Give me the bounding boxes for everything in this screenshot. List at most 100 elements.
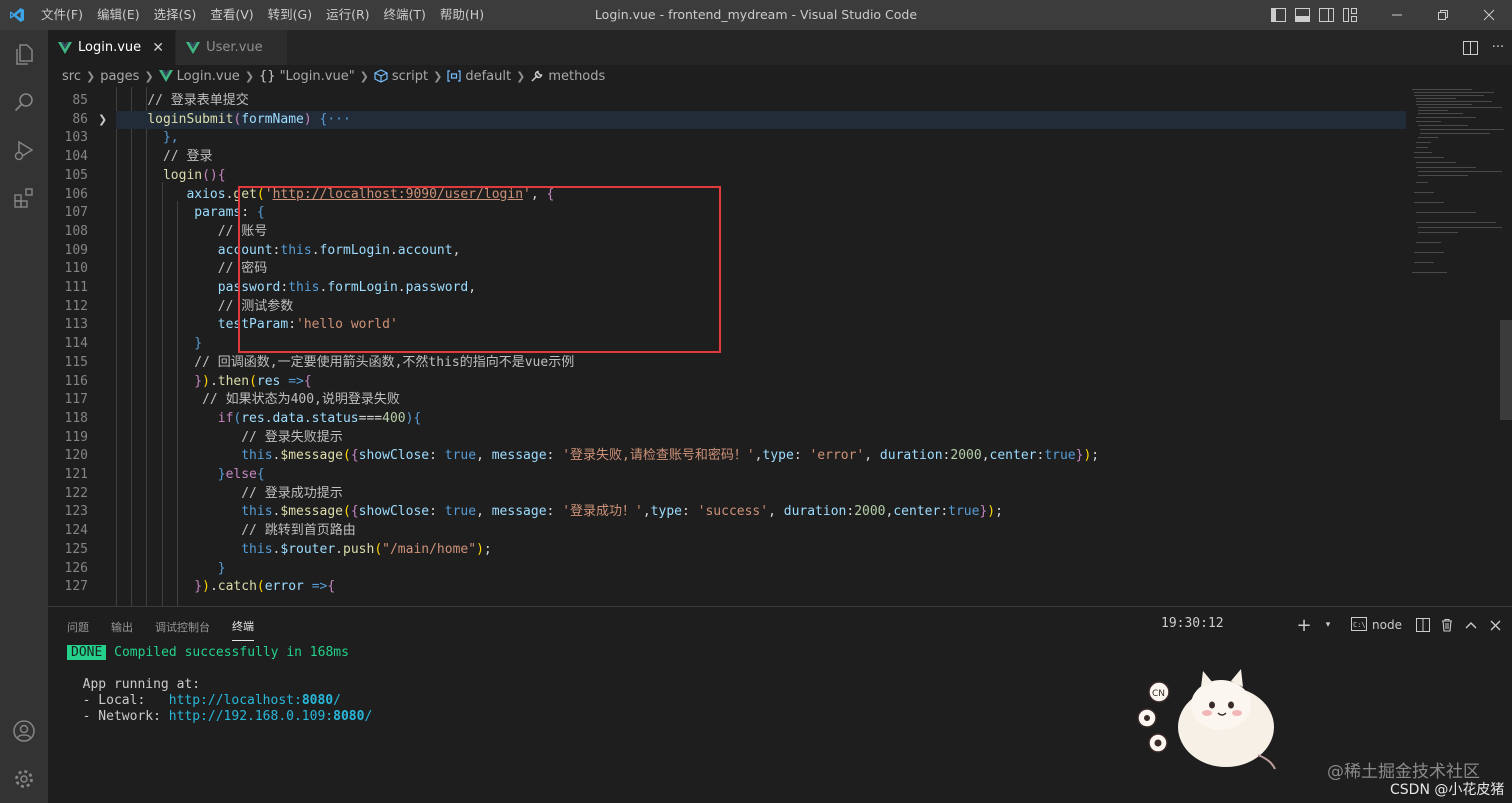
code-editor[interactable]: 85 86 ❯ 103 104 105 106 107 108 109 110 …: [48, 87, 1512, 606]
line-number: 116: [64, 373, 88, 389]
code-line-113: testParam:'hello world': [217, 317, 398, 333]
line-number: 85: [72, 93, 88, 108]
braces-icon: {}: [259, 68, 276, 84]
line-number: 86: [72, 111, 88, 127]
tab-label: Login.vue: [78, 40, 142, 55]
minimize-icon[interactable]: [1374, 0, 1420, 30]
scroll-thumb[interactable]: [1500, 320, 1512, 420]
terminal-line-running: App running at:: [82, 677, 201, 692]
vue-file-icon: [58, 41, 72, 54]
line-number: 125: [64, 541, 88, 557]
breadcrumb-methods[interactable]: methods: [530, 69, 605, 84]
line-number: 127: [64, 579, 88, 595]
code-line-110: // 密码: [217, 261, 268, 277]
code-line-120: this.$message({showClose: true, message:…: [241, 448, 1100, 464]
line-number: 121: [64, 467, 88, 482]
chevron-right-icon: ❯: [85, 69, 96, 83]
terminal-selector[interactable]: C:\ node: [1349, 607, 1404, 643]
customize-layout-icon[interactable]: [1338, 0, 1362, 30]
tab-label: User.vue: [206, 40, 263, 55]
toggle-primary-sidebar-icon[interactable]: [1266, 0, 1290, 30]
gear-icon[interactable]: [0, 755, 48, 803]
breadcrumb-module[interactable]: {} "Login.vue": [259, 69, 355, 84]
editor-scrollbar[interactable]: [1500, 87, 1512, 606]
menu-file[interactable]: 文件(F): [34, 0, 90, 30]
vue-file-icon: [186, 41, 201, 54]
line-number: 113: [64, 317, 88, 333]
tab-output[interactable]: 输出: [111, 610, 133, 641]
line-number: 108: [64, 223, 88, 239]
code-line-112: // 测试参数: [217, 298, 294, 314]
menu-selection[interactable]: 选择(S): [147, 0, 204, 30]
cube-icon: [374, 69, 388, 83]
chevron-right-icon[interactable]: ❯: [98, 111, 110, 130]
breadcrumb-script[interactable]: script: [374, 69, 428, 84]
more-actions-icon[interactable]: ···: [1484, 30, 1512, 65]
tab-terminal[interactable]: 终端: [232, 609, 254, 641]
search-icon[interactable]: [0, 78, 48, 126]
line-number: 117: [64, 392, 88, 408]
tab-user-vue[interactable]: User.vue: [176, 30, 289, 65]
menu-go[interactable]: 转到(G): [261, 0, 319, 30]
new-terminal-icon[interactable]: +: [1293, 607, 1315, 643]
cat-mascot-image: CN: [1133, 665, 1283, 775]
close-window-icon[interactable]: [1466, 0, 1512, 30]
line-number: 126: [64, 560, 88, 576]
code-line-117: // 如果状态为400,说明登录失败: [202, 392, 400, 408]
close-icon[interactable]: ✕: [151, 40, 165, 56]
split-editor-icon[interactable]: [1456, 30, 1484, 65]
code-line-116: }).then(res =>{: [194, 373, 312, 389]
line-number: 120: [64, 448, 88, 464]
split-terminal-icon[interactable]: [1412, 607, 1434, 643]
breadcrumb-default[interactable]: default: [447, 69, 511, 84]
menu-view[interactable]: 查看(V): [203, 0, 260, 30]
chevron-right-icon: ❯: [433, 69, 443, 83]
code-line-122: // 登录成功提示: [241, 485, 343, 501]
line-number: 118: [64, 410, 88, 426]
line-number: 119: [64, 429, 88, 445]
activity-bar: [0, 30, 48, 803]
breadcrumb-file[interactable]: Login.vue: [158, 69, 240, 84]
code-line-127: }).catch(error =>{: [194, 579, 336, 595]
terminal-name: node: [1372, 618, 1402, 632]
chevron-right-icon: ❯: [516, 69, 526, 83]
chevron-right-icon: ❯: [144, 69, 154, 83]
code-line-126: }: [217, 560, 226, 576]
maximize-panel-icon[interactable]: [1460, 607, 1482, 643]
breadcrumb-src[interactable]: src: [62, 69, 81, 84]
breadcrumb-pages[interactable]: pages: [100, 69, 139, 84]
minimap[interactable]: [1410, 87, 1504, 287]
editor-tabs: Login.vue ✕ User.vue ···: [48, 30, 1512, 65]
extensions-icon[interactable]: [0, 174, 48, 222]
code-lines[interactable]: // 登录表单提交 loginSubmit(formName) {··· }, …: [116, 87, 1406, 606]
accounts-icon[interactable]: [0, 707, 48, 755]
line-number: 104: [64, 149, 88, 165]
toggle-secondary-sidebar-icon[interactable]: [1314, 0, 1338, 30]
chevron-down-icon[interactable]: ▾: [1317, 607, 1339, 643]
line-number: 105: [64, 167, 88, 183]
menu-bar: 文件(F) 编辑(E) 选择(S) 查看(V) 转到(G) 运行(R) 终端(T…: [34, 0, 491, 30]
code-line-114: }: [194, 336, 203, 352]
menu-help[interactable]: 帮助(H): [433, 0, 491, 30]
menu-edit[interactable]: 编辑(E): [90, 0, 147, 30]
line-number: 123: [64, 504, 88, 520]
tab-debug-console[interactable]: 调试控制台: [155, 610, 210, 641]
run-debug-icon[interactable]: [0, 126, 48, 174]
title-controls: [1266, 0, 1512, 30]
explorer-icon[interactable]: [0, 30, 48, 78]
panel-tabs: 问题 输出 调试控制台 终端: [48, 607, 276, 643]
tab-problems[interactable]: 问题: [67, 610, 89, 641]
restore-icon[interactable]: [1420, 0, 1466, 30]
line-number: 114: [64, 336, 88, 352]
line-number: 103: [64, 130, 88, 146]
variable-icon: [447, 70, 461, 82]
tab-login-vue[interactable]: Login.vue ✕: [48, 30, 177, 65]
toggle-panel-icon[interactable]: [1290, 0, 1314, 30]
code-line-107: params: {: [194, 205, 265, 221]
menu-terminal[interactable]: 终端(T): [377, 0, 433, 30]
trash-icon[interactable]: [1436, 607, 1458, 643]
line-number: 115: [64, 354, 88, 370]
close-panel-icon[interactable]: [1484, 607, 1506, 643]
menu-run[interactable]: 运行(R): [319, 0, 376, 30]
vscode-logo-icon: [0, 0, 34, 30]
